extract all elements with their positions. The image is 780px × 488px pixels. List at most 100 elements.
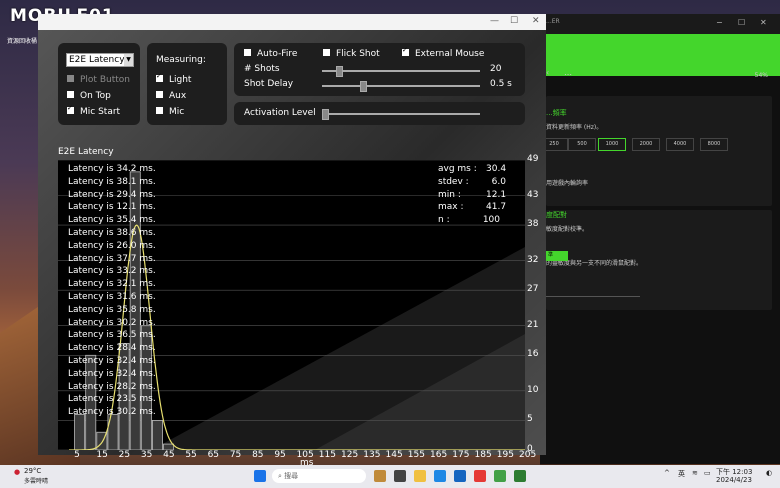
clock-date[interactable]: 2024/4/23 [716,476,752,484]
taskbar: ● 29°C 多雲時晴 ⌕ 搜尋 ^ 英 ≋ ▭ 下午 12:03 2024/4… [0,465,780,488]
polling-rate-desc: 資料更新頻率 (Hz)。 [546,124,603,131]
y-tick-label: 27 [527,284,539,295]
auto-fire-option[interactable]: Auto-Fire [244,49,297,59]
maximize-button[interactable]: ☐ [510,16,518,26]
y-tick-label: 16 [527,349,539,360]
shot-delay-slider-thumb[interactable] [360,81,367,92]
x-tick-label: 155 [407,450,425,460]
bg-chevron-icon[interactable]: ‹ [546,68,549,77]
start-button-icon[interactable] [254,470,266,482]
tray-chevron-icon[interactable]: ^ [664,469,670,477]
auto-fire-checkbox[interactable] [244,49,251,56]
activation-slider[interactable] [322,109,480,120]
rate-option-1000[interactable]: 1000 [598,138,626,151]
flick-shot-checkbox[interactable] [323,49,330,56]
mode-select-value: E2E Latency [69,55,125,65]
shot-delay-label: Shot Delay [244,79,294,89]
rate-option-8000[interactable]: 8000 [700,138,728,151]
background-app-window[interactable]: ...ER − ☐ ✕ ‹ ⋯ 54% ...頻率 資料更新頻率 (Hz)。 用… [540,14,780,464]
x-tick-label: 15 [96,450,108,460]
x-tick-label: 135 [363,450,381,460]
external-mouse-option[interactable]: External Mouse [402,46,484,59]
wifi-icon[interactable]: ≋ [692,469,698,477]
external-mouse-checkbox[interactable] [402,46,409,56]
store-icon[interactable] [454,470,466,482]
mic-option[interactable]: Mic [156,107,184,117]
rate-option-2000[interactable]: 2000 [632,138,660,151]
file-explorer-icon[interactable] [414,470,426,482]
battery-icon[interactable]: ▭ [704,469,711,477]
bg-battery-level: 54% [754,72,768,79]
language-indicator[interactable]: 英 [678,469,685,479]
x-tick-label: 5 [74,450,80,460]
shots-slider-thumb[interactable] [336,66,343,77]
light-checkbox[interactable] [156,72,163,82]
light-option[interactable]: Light [156,72,192,85]
stat-value: 12.1 [486,189,507,200]
close-button[interactable]: ✕ [532,16,540,26]
stat-label: max : [438,202,464,213]
mode-options-box: E2E Latency ▼ Plot Button On Top Mic Sta… [58,43,140,125]
aux-option[interactable]: Aux [156,91,186,101]
mic-start-checkbox[interactable] [67,104,74,114]
weather-desc[interactable]: 多雲時晴 [24,476,48,485]
y-tick-label: 10 [527,384,539,395]
aux-label: Aux [169,91,187,101]
bg-maximize-icon[interactable]: ☐ [738,18,745,27]
razer-icon[interactable] [494,470,506,482]
plot-button-checkbox [67,75,74,82]
shots-label: # Shots [244,64,280,74]
minimize-button[interactable]: — [490,16,499,26]
widget-icon[interactable] [374,470,386,482]
notification-icon[interactable]: ◐ [766,469,772,477]
calibrate-button[interactable]: 準 [546,251,568,261]
shots-slider[interactable] [322,66,480,77]
activation-label: Activation Level [244,108,316,118]
on-top-label: On Top [80,91,111,101]
bg-more-icon[interactable]: ⋯ [564,70,572,79]
light-label: Light [169,75,192,85]
task-view-icon[interactable] [394,470,406,482]
aux-checkbox[interactable] [156,91,163,98]
activation-slider-thumb[interactable] [322,109,329,120]
shot-delay-slider[interactable] [322,81,480,92]
y-tick-label: 49 [527,154,539,164]
rate-option-500[interactable]: 500 [568,138,596,151]
latency-entry: Latency is 33.2 ms. [68,266,156,277]
histogram-bar [152,420,163,451]
flick-shot-label: Flick Shot [336,49,380,59]
on-top-option[interactable]: On Top [67,91,111,101]
flick-shot-option[interactable]: Flick Shot [323,49,380,59]
rate-option-4000[interactable]: 4000 [666,138,694,151]
mode-select[interactable]: E2E Latency ▼ [66,53,134,67]
mic-checkbox[interactable] [156,107,163,114]
latency-entry: Latency is 32.4 ms. [68,368,156,379]
activation-box: Activation Level [234,102,525,125]
edge-icon[interactable] [434,470,446,482]
x-tick-label: 65 [207,450,220,460]
x-tick-label: 175 [452,450,470,460]
latency-tool-window[interactable]: — ☐ ✕ E2E Latency ▼ Plot Button On Top M… [38,14,546,468]
measuring-box: Measuring: Light Aux Mic [147,43,227,125]
y-tick-label: 32 [527,254,539,265]
latency-entry: Latency is 34.2 ms. [68,164,156,174]
plot-title: E2E Latency [58,147,114,157]
chrome-icon[interactable] [474,470,486,482]
latency-entry: Latency is 28.4 ms. [68,343,156,354]
y-tick-label: 21 [527,319,539,330]
mic-start-option[interactable]: Mic Start [67,104,120,117]
bg-close-icon[interactable]: ✕ [760,18,767,27]
latency-entry: Latency is 35.4 ms. [68,215,156,226]
bg-minimize-icon[interactable]: − [716,18,723,27]
background-app-title: ...ER [546,18,560,25]
stat-label: avg ms : [438,164,477,174]
x-tick-label: 115 [318,450,336,460]
latency-entry: Latency is 29.4 ms. [68,189,156,200]
weather-temp[interactable]: 29°C [24,467,41,475]
mouse-pair-select[interactable] [546,286,640,297]
latency-entry: Latency is 30.2 ms. [68,317,156,328]
on-top-checkbox[interactable] [67,91,74,98]
taskbar-search[interactable]: ⌕ 搜尋 [272,469,366,483]
spreadsheet-icon[interactable] [514,470,526,482]
recycle-bin-label: 資源回收桶 [6,38,37,45]
